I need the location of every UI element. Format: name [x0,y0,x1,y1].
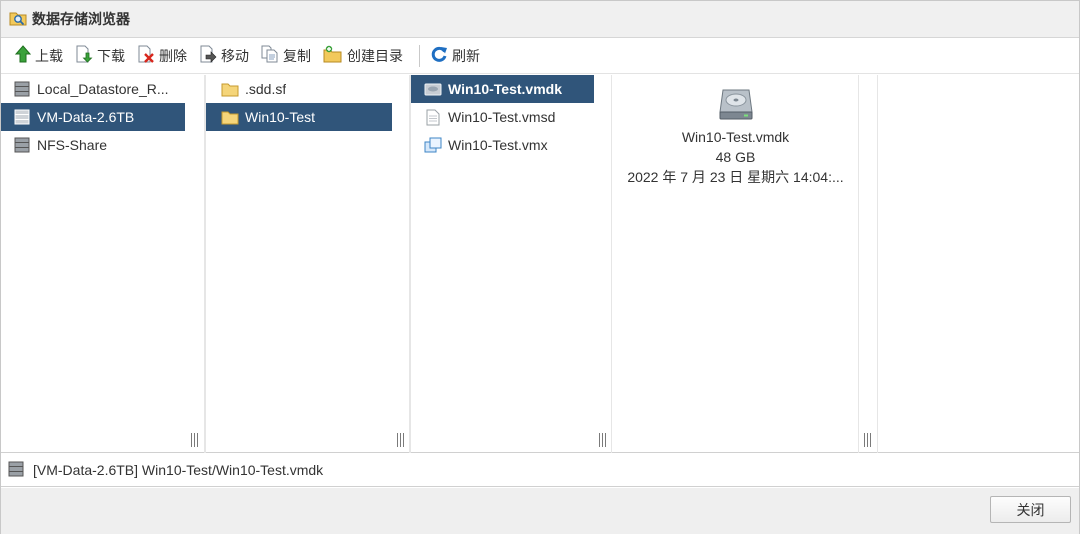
upload-arrow-icon [14,45,32,66]
disk-file-icon [424,80,442,98]
datastore-label: Local_Datastore_R... [37,81,169,97]
download-icon [75,45,93,66]
dialog-footer: 关闭 [1,488,1079,534]
datastore-item-nfs-share[interactable]: NFS-Share [1,131,185,159]
file-label: Win10-Test.vmdk [448,81,562,97]
path-bar: [VM-Data-2.6TB] Win10-Test/Win10-Test.vm… [1,454,1079,487]
vm-config-icon [424,136,442,154]
new-folder-icon [323,45,343,66]
refresh-button[interactable]: 刷新 [428,43,486,69]
move-label: 移动 [221,47,249,64]
datastore-label: NFS-Share [37,137,108,153]
column-resize-handle[interactable] [864,433,872,447]
close-button[interactable]: 关闭 [990,496,1071,523]
file-column[interactable]: Win10-Test.vmdk Win10-Test.vmsd Win10-Te… [410,75,612,453]
copy-icon [261,45,279,66]
file-label: Win10-Test.vmsd [448,109,556,125]
move-icon [199,45,217,66]
datastore-column[interactable]: VM-Data-2.6TB Local_Datastore_R... NFS-S… [1,75,205,453]
title-bar: 数据存储浏览器 [1,1,1079,38]
refresh-label: 刷新 [452,47,480,64]
current-path: [VM-Data-2.6TB] Win10-Test/Win10-Test.vm… [33,462,324,478]
empty-column[interactable] [858,75,878,453]
folder-label: .sdd.sf [245,81,287,97]
download-button[interactable]: 下载 [73,43,131,69]
datastore-icon [13,80,31,98]
delete-icon [137,45,155,66]
delete-button[interactable]: 删除 [135,43,193,69]
preview-modified-date: 2022 年 7 月 23 日 星期六 14:04:... [627,169,844,185]
file-item-vmsd[interactable]: Win10-Test.vmsd [411,103,594,131]
datastore-browser-dialog: 数据存储浏览器 上载 下载 删除 移动 复制 创建目录 刷新 VM-Data-2… [0,0,1080,534]
datastore-item-vm-data[interactable]: VM-Data-2.6TB [1,103,185,131]
datastore-item-local[interactable]: Local_Datastore_R... [1,75,185,103]
folder-icon [221,108,239,126]
copy-label: 复制 [283,47,311,64]
file-item-vmx[interactable]: Win10-Test.vmx [411,131,594,159]
preview-file-name: Win10-Test.vmdk [681,129,790,145]
preview-file-size: 48 GB [715,149,756,165]
folder-item-sdd-sf[interactable]: .sdd.sf [206,75,392,103]
create-directory-button[interactable]: 创建目录 [321,43,409,69]
toolbar: 上载 下载 删除 移动 复制 创建目录 刷新 [1,38,1079,74]
hard-disk-icon [613,87,858,123]
file-label: Win10-Test.vmx [448,137,548,153]
folder-item-win10-test[interactable]: Win10-Test [206,103,392,131]
datastore-icon [13,136,31,154]
datastore-icon [13,108,31,126]
folder-icon [221,80,239,98]
document-icon [424,108,442,126]
delete-label: 删除 [159,47,187,64]
refresh-icon [430,45,448,66]
column-resize-handle[interactable] [397,433,405,447]
upload-button[interactable]: 上载 [13,43,69,69]
datastore-browser-icon [9,9,27,30]
create-directory-label: 创建目录 [347,47,403,64]
folder-label: Win10-Test [245,109,316,125]
download-label: 下载 [97,47,125,64]
column-browser: VM-Data-2.6TB Local_Datastore_R... NFS-S… [1,75,1079,453]
folder-column[interactable]: .sdd.sf Win10-Test [205,75,410,453]
file-preview-panel: Win10-Test.vmdk 48 GB 2022 年 7 月 23 日 星期… [613,75,858,453]
file-item-vmdk[interactable]: Win10-Test.vmdk [411,75,594,103]
column-resize-handle[interactable] [191,433,199,447]
window-title: 数据存储浏览器 [32,11,130,27]
column-resize-handle[interactable] [599,433,607,447]
move-button[interactable]: 移动 [197,43,255,69]
toolbar-separator [419,44,420,67]
datastore-label: VM-Data-2.6TB [37,109,135,125]
copy-button[interactable]: 复制 [259,43,317,69]
upload-label: 上载 [35,47,63,64]
datastore-icon [8,461,24,480]
